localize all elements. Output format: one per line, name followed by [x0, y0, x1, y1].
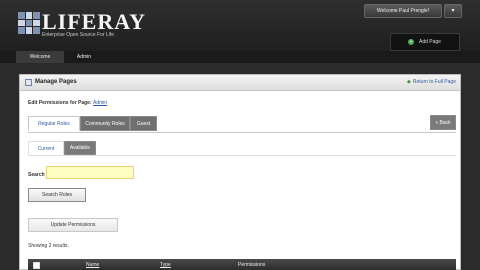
return-icon: ◆ [407, 79, 411, 85]
chevron-down-icon[interactable]: ▾ [444, 4, 462, 18]
table-header: Name Type Permissions [28, 259, 456, 270]
search-label: Search [28, 172, 45, 178]
content-background [0, 63, 480, 74]
add-page-label: Add Page [419, 39, 441, 45]
role-tabs: Regular Roles Community Roles Guest [28, 115, 456, 133]
content-background-right [462, 63, 480, 270]
column-header-type[interactable]: Type [160, 262, 171, 268]
liferay-logo-icon[interactable] [18, 12, 40, 34]
update-permissions-button[interactable]: Update Permissions [28, 218, 118, 232]
tab-community-roles[interactable]: Community Roles [80, 116, 130, 131]
manage-pages-portlet: Manage Pages ◆ Return to Full Page Edit P… [19, 74, 461, 270]
tab-available[interactable]: Available [64, 141, 96, 155]
search-roles-button[interactable]: Search Roles [28, 188, 86, 202]
edit-permissions-prefix: Edit Permissions for Page: [28, 100, 92, 106]
column-header-name[interactable]: Name [86, 262, 99, 268]
pages-icon [25, 79, 32, 86]
logo-tagline: Enterprise Open Source For Life [42, 32, 114, 38]
nav-tab-welcome[interactable]: Welcome [16, 51, 64, 63]
edit-permissions-heading: Edit Permissions for Page: Admin [28, 100, 107, 106]
portlet-title: Manage Pages [35, 79, 77, 85]
content-background-left [0, 63, 19, 270]
tab-regular-roles[interactable]: Regular Roles [28, 116, 80, 131]
select-all-checkbox[interactable] [33, 262, 40, 269]
return-link-label: Return to Full Page [412, 79, 456, 85]
back-button[interactable]: « Back [430, 115, 456, 130]
tab-guest[interactable]: Guest [130, 116, 157, 131]
search-input[interactable] [46, 166, 134, 179]
page-name-link[interactable]: Admin [93, 100, 107, 106]
column-header-permissions: Permissions [238, 262, 266, 268]
sub-tabs: Current Available [28, 140, 456, 156]
results-count: Showing 2 results. [28, 243, 69, 249]
add-page-button[interactable]: + Add Page [390, 33, 460, 51]
return-to-full-page-link[interactable]: ◆ Return to Full Page [407, 79, 456, 85]
tab-current[interactable]: Current [28, 141, 64, 155]
add-icon: + [408, 38, 414, 45]
portlet-title-bar: Manage Pages ◆ Return to Full Page [20, 75, 460, 91]
nav-tab-admin[interactable]: Admin [64, 51, 104, 63]
welcome-user-button[interactable]: Welcome Paul Prengle! [364, 4, 442, 18]
